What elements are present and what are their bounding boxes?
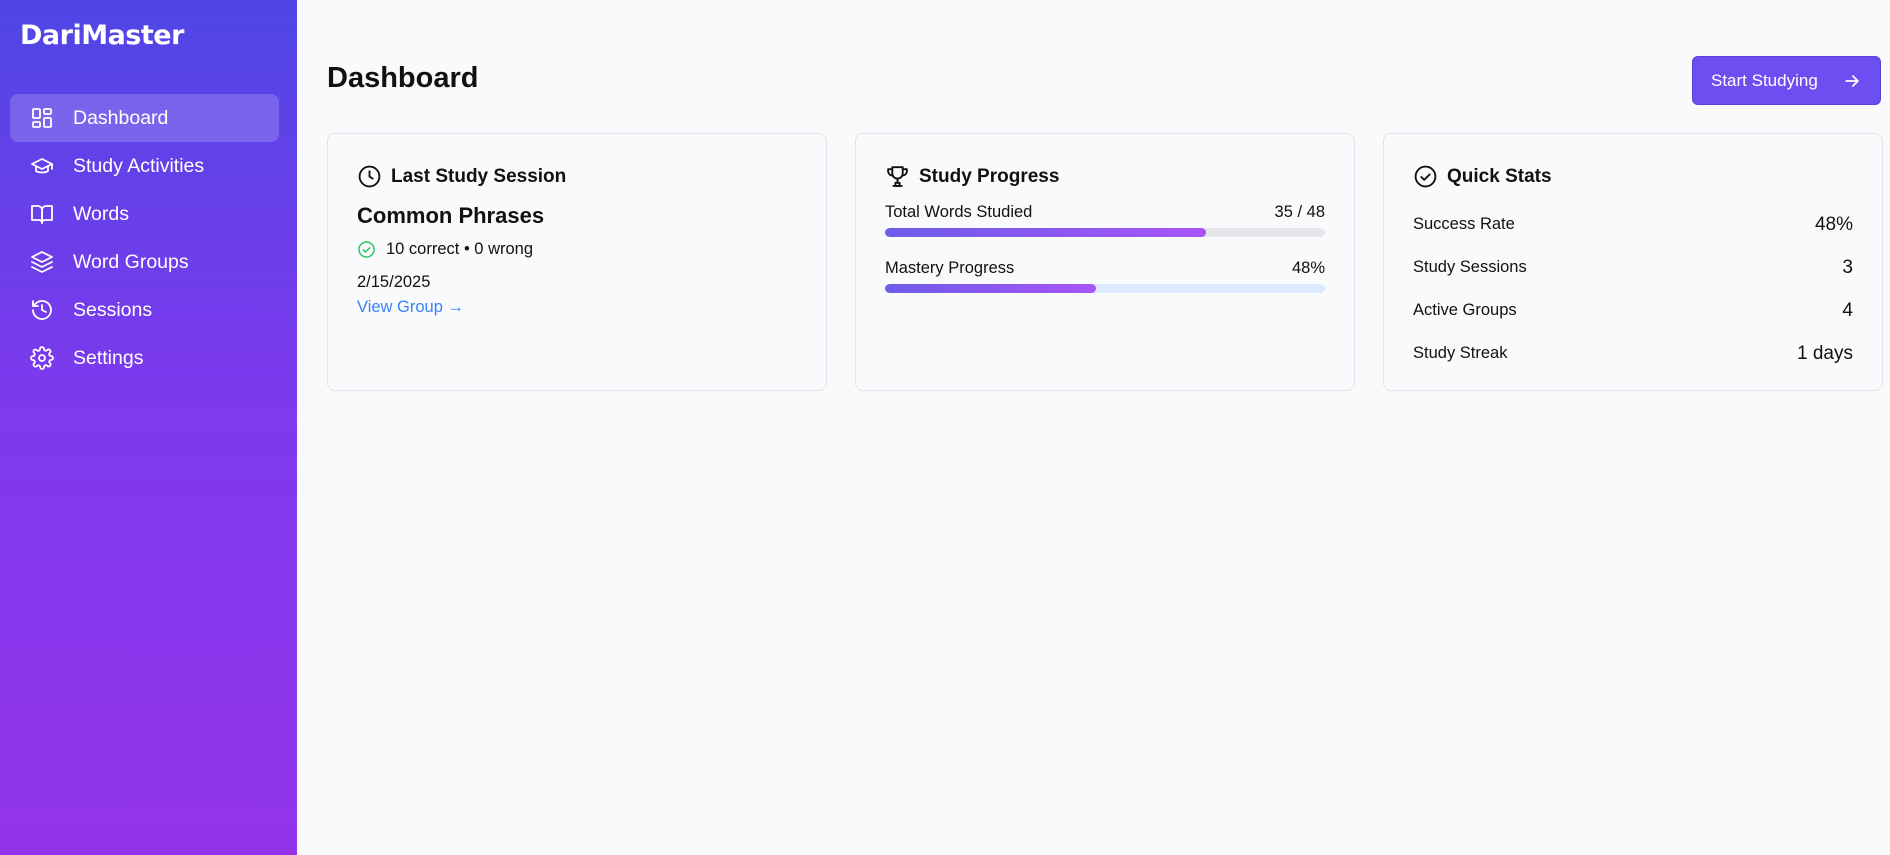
main-content: Dashboard Start Studying Last Study Sess… <box>297 0 1890 855</box>
sidebar-item-words[interactable]: Words <box>10 190 279 238</box>
sidebar-item-sessions[interactable]: Sessions <box>10 286 279 334</box>
history-icon <box>30 298 54 322</box>
card-title: Quick Stats <box>1447 165 1552 187</box>
sidebar: DariMaster Dashboard Study Activities Wo… <box>0 0 297 855</box>
dashboard-cards: Last Study Session Common Phrases 10 cor… <box>327 133 1883 391</box>
graduation-cap-icon <box>30 154 54 178</box>
last-session-card: Last Study Session Common Phrases 10 cor… <box>327 133 827 391</box>
total-words-row: Total Words Studied 35 / 48 <box>885 203 1325 222</box>
check-circle-icon <box>357 240 376 259</box>
dashboard-icon <box>30 106 54 130</box>
sidebar-item-label: Study Activities <box>73 154 205 177</box>
mastery-label: Mastery Progress <box>885 259 1015 277</box>
start-studying-button[interactable]: Start Studying <box>1692 56 1881 105</box>
stat-value: 48% <box>1814 213 1853 235</box>
arrow-right-icon <box>1845 74 1859 87</box>
sidebar-item-label: Words <box>73 202 129 225</box>
stat-study-streak: Study Streak 1 days <box>1413 332 1853 375</box>
card-header: Last Study Session <box>357 164 797 189</box>
card-header: Quick Stats <box>1413 164 1853 189</box>
study-progress-card: Study Progress Total Words Studied 35 / … <box>855 133 1355 391</box>
sidebar-item-settings[interactable]: Settings <box>10 334 279 382</box>
stat-value: 4 <box>1842 299 1853 321</box>
quick-stats-card: Quick Stats Success Rate 48% Study Sessi… <box>1383 133 1883 391</box>
card-title: Study Progress <box>919 165 1060 187</box>
view-group-link[interactable]: View Group → <box>357 298 464 316</box>
total-words-progress-fill <box>885 228 1206 237</box>
stat-label: Study Sessions <box>1413 258 1527 276</box>
session-date: 2/15/2025 <box>357 273 431 291</box>
session-result-text: 10 correct • 0 wrong <box>386 240 534 258</box>
sidebar-item-dashboard[interactable]: Dashboard <box>10 94 279 142</box>
mastery-progress-bar <box>885 284 1325 293</box>
session-result: 10 correct • 0 wrong <box>357 240 797 259</box>
total-words-value: 35 / 48 <box>1274 203 1325 221</box>
app-logo[interactable]: DariMaster <box>10 0 279 94</box>
card-title: Last Study Session <box>391 165 567 187</box>
book-icon <box>30 202 54 226</box>
sidebar-item-label: Sessions <box>73 298 153 321</box>
total-words-progress-bar <box>885 228 1325 237</box>
mastery-row: Mastery Progress 48% <box>885 259 1325 278</box>
total-words-label: Total Words Studied <box>885 203 1033 221</box>
sidebar-item-label: Dashboard <box>73 106 169 129</box>
stat-success-rate: Success Rate 48% <box>1413 203 1853 246</box>
layers-icon <box>30 250 54 274</box>
stat-active-groups: Active Groups 4 <box>1413 289 1853 332</box>
start-studying-label: Start Studying <box>1711 70 1818 90</box>
stat-label: Study Streak <box>1413 344 1508 362</box>
sidebar-item-label: Settings <box>73 346 144 369</box>
stat-value: 3 <box>1842 256 1853 278</box>
gear-icon <box>30 346 54 370</box>
sidebar-item-word-groups[interactable]: Word Groups <box>10 238 279 286</box>
sidebar-item-study-activities[interactable]: Study Activities <box>10 142 279 190</box>
check-circle-icon <box>1413 164 1438 189</box>
sidebar-item-label: Word Groups <box>73 250 189 273</box>
stat-study-sessions: Study Sessions 3 <box>1413 246 1853 289</box>
clock-icon <box>357 164 382 189</box>
card-header: Study Progress <box>885 164 1325 189</box>
stat-label: Active Groups <box>1413 301 1517 319</box>
stat-value: 1 days <box>1797 342 1853 364</box>
trophy-icon <box>885 164 910 189</box>
page-title: Dashboard <box>327 62 479 94</box>
session-group-name: Common Phrases <box>357 203 545 228</box>
mastery-value: 48% <box>1291 259 1325 277</box>
sidebar-nav: Dashboard Study Activities Words Word Gr… <box>10 94 279 382</box>
stat-label: Success Rate <box>1413 215 1515 233</box>
mastery-progress-fill <box>885 284 1097 293</box>
